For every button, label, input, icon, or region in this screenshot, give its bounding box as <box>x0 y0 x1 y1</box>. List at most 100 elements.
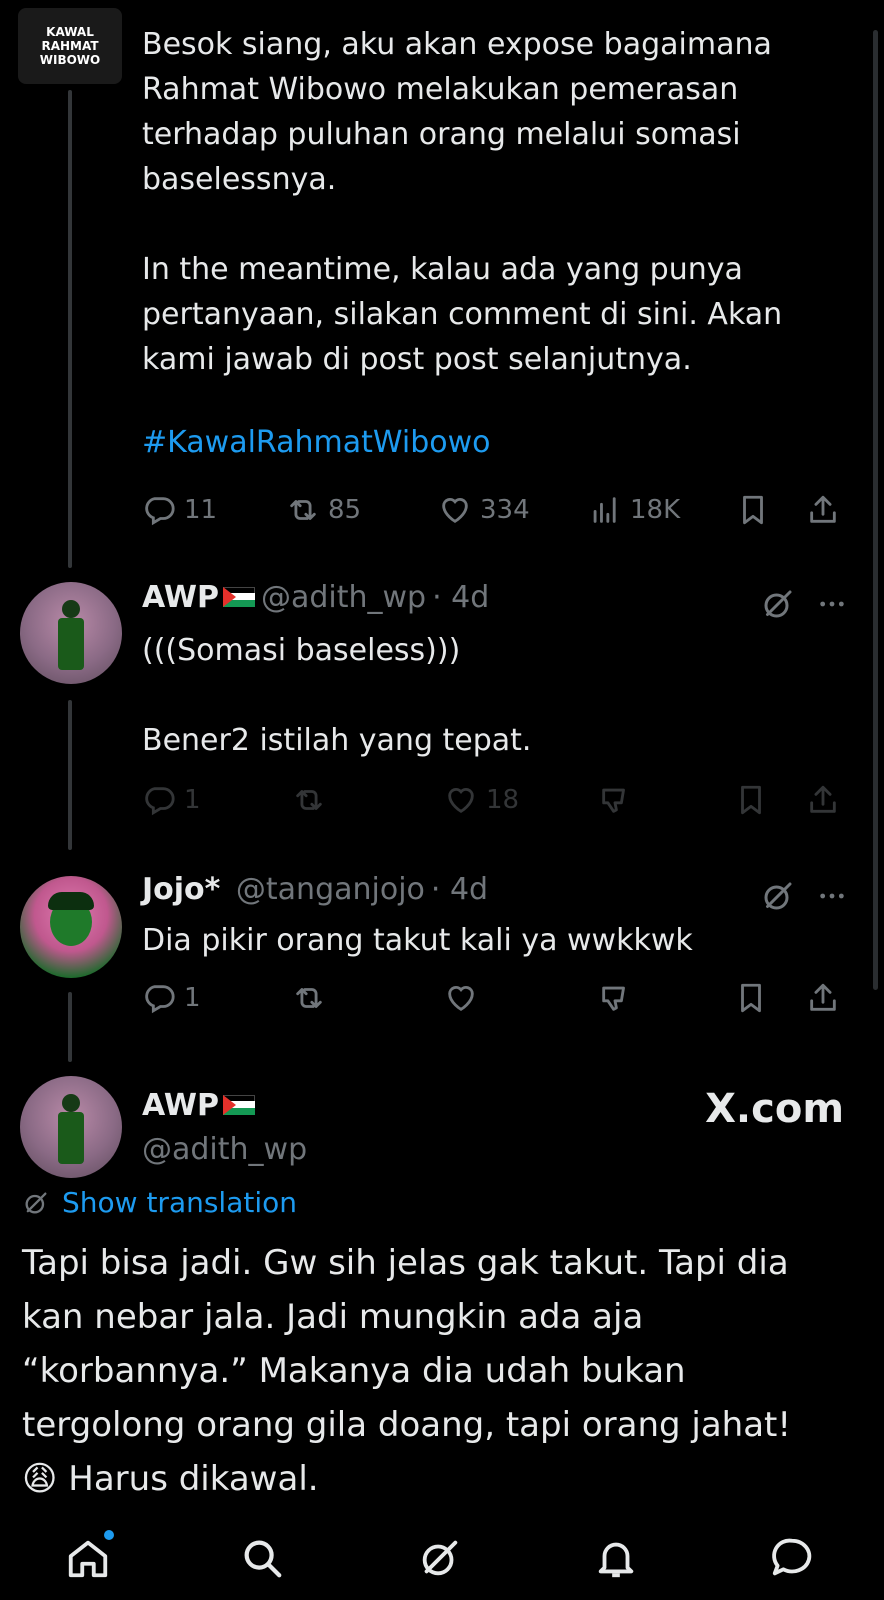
tweet-body: Besok siang, aku akan expose bagaimana R… <box>142 27 783 377</box>
focus-body: Tapi bisa jadi. Gw sih jelas gak takut. … <box>22 1236 862 1506</box>
grok-icon <box>760 586 796 622</box>
scrollbar[interactable] <box>873 30 878 990</box>
reply-icon <box>142 981 176 1015</box>
thread-line <box>68 700 72 850</box>
like-button[interactable]: 334 <box>438 490 530 530</box>
bookmark-icon <box>736 493 770 527</box>
downvote-button[interactable] <box>598 780 632 820</box>
avatar-line-2: RAHMAT <box>41 39 99 53</box>
nav-home[interactable] <box>58 1528 118 1588</box>
show-translation-link[interactable]: Show translation <box>22 1186 297 1219</box>
views-icon <box>588 493 622 527</box>
share-button[interactable] <box>806 978 840 1018</box>
avatar-figure-body <box>58 618 84 670</box>
user-handle[interactable]: @tanganjojo <box>236 872 425 907</box>
hashtag-link[interactable]: #KawalRahmatWibowo <box>142 420 491 465</box>
more-button[interactable] <box>812 584 852 624</box>
nav-messages[interactable] <box>762 1528 822 1588</box>
tweet-actions: 11 85 334 18K <box>142 490 862 530</box>
focus-body-last: Harus dikawal. <box>68 1459 319 1499</box>
reply-header: AWP @adith_wp · 4d <box>142 580 489 615</box>
more-icon <box>816 880 848 912</box>
downvote-icon <box>598 981 632 1015</box>
avatar-jojo[interactable] <box>20 876 122 978</box>
repost-count: 85 <box>328 495 362 525</box>
repost-icon <box>292 783 326 817</box>
avatar-figure <box>62 1094 80 1112</box>
nav-notifications[interactable] <box>586 1528 646 1588</box>
bookmark-icon <box>734 783 768 817</box>
reply-actions: 1 <box>142 978 862 1018</box>
repost-button[interactable] <box>292 978 326 1018</box>
share-icon <box>806 981 840 1015</box>
grok-button[interactable] <box>758 584 798 624</box>
reply-actions: 1 18 <box>142 780 862 820</box>
reply-icon <box>142 493 176 527</box>
palestine-flag-icon <box>222 586 255 607</box>
bookmark-button[interactable] <box>734 780 768 820</box>
reply-button[interactable]: 1 <box>142 978 201 1018</box>
grok-icon <box>760 878 796 914</box>
focus-handle: @adith_wp <box>142 1132 307 1167</box>
avatar-line-3: WIBOWO <box>39 53 101 67</box>
bookmark-button[interactable] <box>734 978 768 1018</box>
palestine-flag-icon <box>222 1094 255 1115</box>
views-count: 18K <box>630 495 681 525</box>
heart-icon <box>444 783 478 817</box>
reply-button[interactable]: 11 <box>142 490 217 530</box>
avatar-figure-body <box>58 1112 84 1164</box>
reply-icon <box>142 783 176 817</box>
reply-button[interactable]: 1 <box>142 780 201 820</box>
post-time: · 4d <box>430 872 489 907</box>
downvote-icon <box>598 783 632 817</box>
more-button[interactable] <box>812 876 852 916</box>
nav-grok[interactable] <box>410 1528 470 1588</box>
like-count: 18 <box>486 785 520 815</box>
grok-button[interactable] <box>758 876 798 916</box>
reply-count: 1 <box>184 983 201 1013</box>
x-com-watermark: X.com <box>705 1086 844 1132</box>
share-icon <box>806 493 840 527</box>
grok-icon <box>417 1535 463 1581</box>
display-name[interactable]: Jojo* <box>142 872 220 907</box>
user-handle[interactable]: @adith_wp <box>142 1132 307 1167</box>
share-button[interactable] <box>806 490 840 530</box>
repost-icon <box>286 493 320 527</box>
views-button[interactable]: 18K <box>588 490 680 530</box>
share-icon <box>806 783 840 817</box>
avatar-awp[interactable] <box>20 582 122 684</box>
avatar-awp[interactable] <box>20 1076 122 1178</box>
messages-icon <box>769 1535 815 1581</box>
focus-name: AWP <box>142 1088 261 1123</box>
heart-icon <box>438 493 472 527</box>
thread-line <box>68 90 72 568</box>
search-icon <box>239 1535 285 1581</box>
weary-face-emoji: 😩 <box>22 1459 58 1499</box>
like-count: 334 <box>480 495 530 525</box>
repost-button[interactable] <box>292 780 326 820</box>
bookmark-button[interactable] <box>736 490 770 530</box>
bookmark-icon <box>734 981 768 1015</box>
share-button[interactable] <box>806 780 840 820</box>
avatar-hair <box>48 892 94 910</box>
avatar-kawal[interactable]: KAWAL RAHMAT WIBOWO <box>18 8 122 84</box>
like-button[interactable] <box>444 978 478 1018</box>
reply-count: 1 <box>184 785 201 815</box>
reply-count: 11 <box>184 495 218 525</box>
bottom-nav <box>0 1520 884 1600</box>
reply-body: Dia pikir orang takut kali ya wwkkwk <box>142 923 693 958</box>
downvote-button[interactable] <box>598 978 632 1018</box>
avatar-line-1: KAWAL <box>46 25 94 39</box>
heart-icon <box>444 981 478 1015</box>
thread-line <box>68 992 72 1062</box>
display-name[interactable]: AWP <box>142 580 219 615</box>
reply-header: Jojo* @tanganjojo · 4d <box>142 872 488 907</box>
user-handle[interactable]: @adith_wp <box>261 580 426 615</box>
reply-body: (((Somasi baseless))) Bener2 istilah yan… <box>142 633 532 758</box>
display-name[interactable]: AWP <box>142 1088 219 1123</box>
repost-button[interactable]: 85 <box>286 490 361 530</box>
avatar-figure <box>62 600 80 618</box>
notification-dot <box>104 1530 114 1540</box>
nav-search[interactable] <box>232 1528 292 1588</box>
like-button[interactable]: 18 <box>444 780 519 820</box>
